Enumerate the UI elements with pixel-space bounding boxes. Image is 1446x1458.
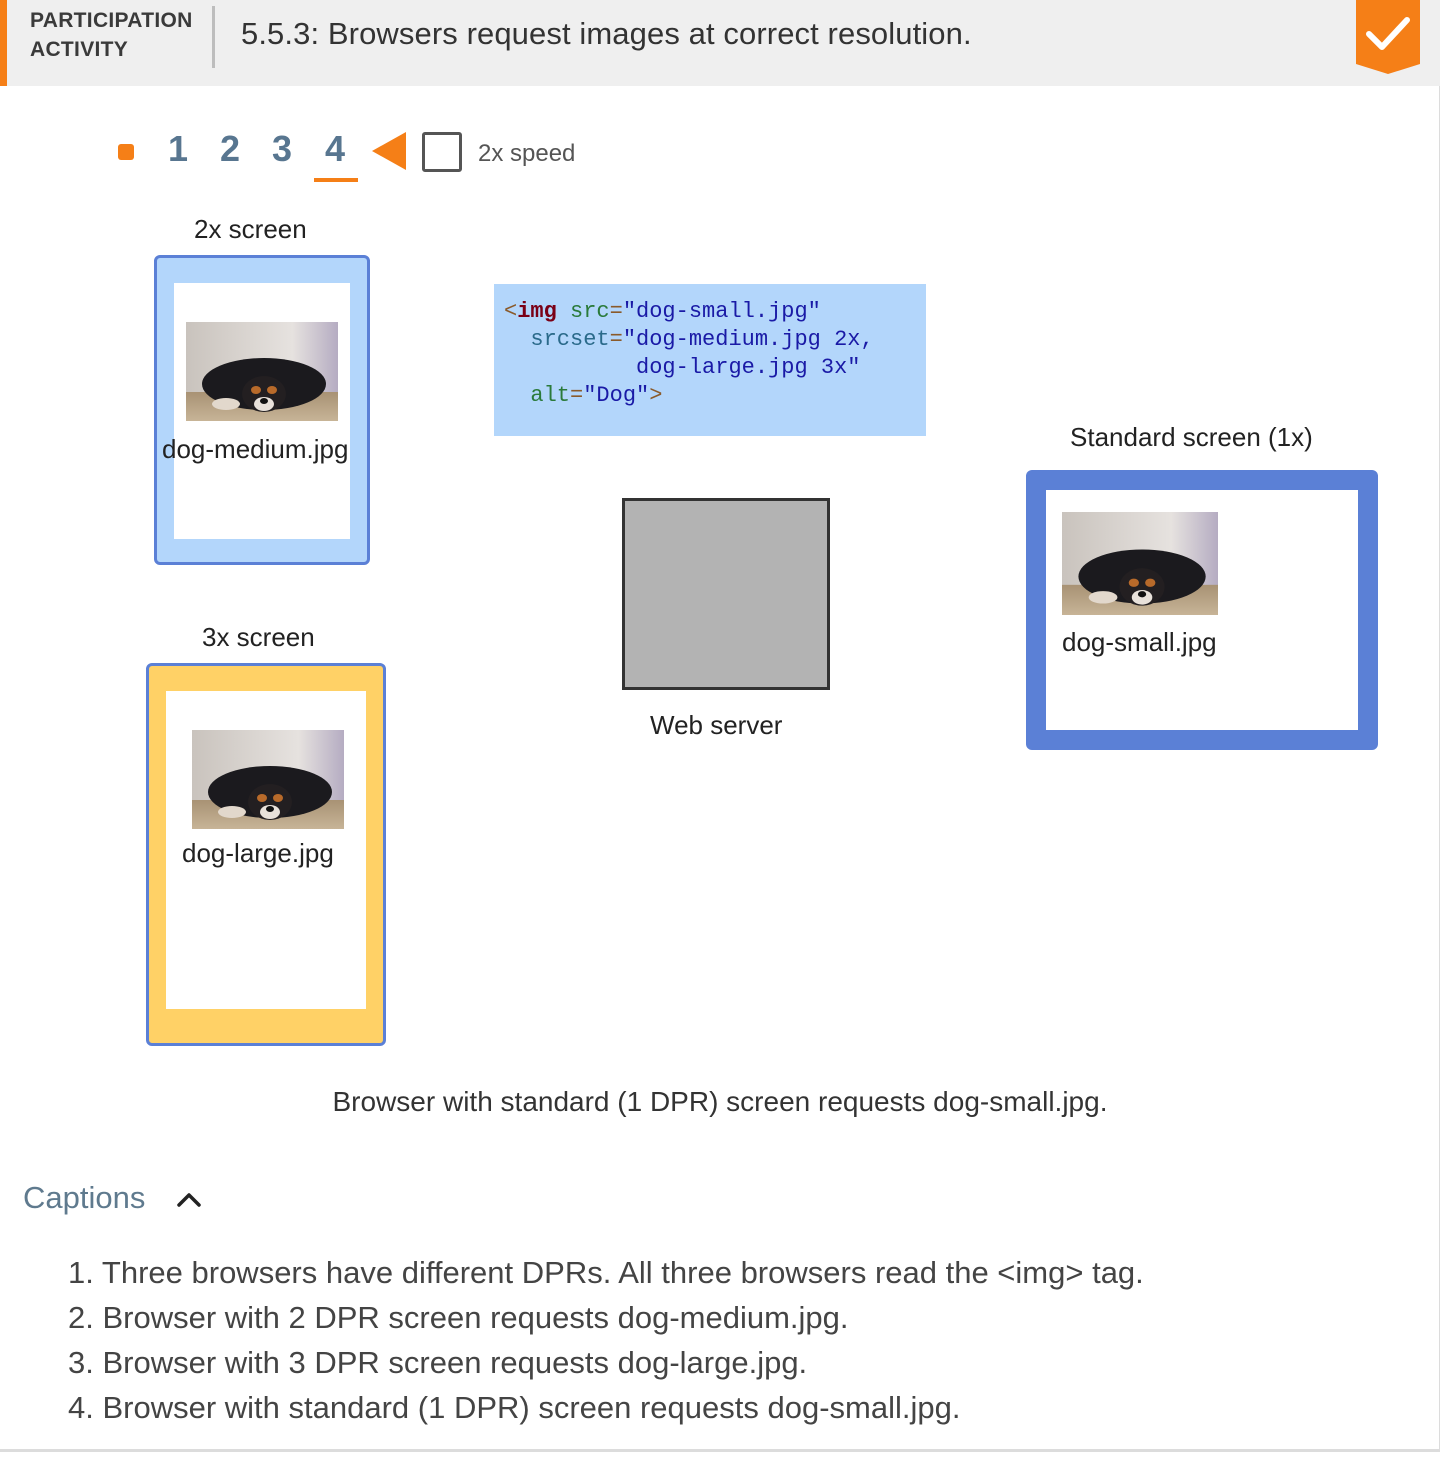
participation-label-line2: ACTIVITY <box>30 38 129 61</box>
caption-item: 3. Browser with 3 DPR screen requests do… <box>68 1345 808 1380</box>
activity-header: PARTICIPATION ACTIVITY 5.5.3: Browsers r… <box>0 0 1440 86</box>
step-1-button[interactable]: 1 <box>168 128 188 170</box>
img-tag-code: <img src="dog-small.jpg" srcset="dog-med… <box>504 299 874 408</box>
code-src-attr: src <box>570 299 610 324</box>
dog-photo-medium <box>186 322 338 421</box>
captions-toggle-label[interactable]: Captions <box>23 1180 145 1216</box>
code-src-value: "dog-small.jpg" <box>622 299 821 324</box>
dog-image-icon <box>186 322 338 421</box>
participation-activity: PARTICIPATION ACTIVITY 5.5.3: Browsers r… <box>0 0 1440 1452</box>
code-alt-attr: alt <box>530 383 571 408</box>
screen-1x-title: Standard screen (1x) <box>1070 422 1313 452</box>
code-srcset-value-2: dog-large.jpg 3x" <box>636 355 861 380</box>
activity-title: 5.5.3: Browsers request images at correc… <box>241 16 972 51</box>
img-tag-code-block: <img src="dog-small.jpg" srcset="dog-med… <box>494 284 926 436</box>
animation-controls: 1 2 3 4 2x speed <box>0 120 700 190</box>
step-4-button[interactable]: 4 <box>325 128 345 170</box>
caption-item: 2. Browser with 2 DPR screen requests do… <box>68 1300 849 1335</box>
screen-3x-title: 3x screen <box>202 622 315 652</box>
completion-check-icon <box>1356 0 1420 74</box>
current-step-caption: Browser with standard (1 DPR) screen req… <box>332 1086 1108 1117</box>
web-server-label: Web server <box>650 710 783 740</box>
speed-label: 2x speed <box>478 140 576 167</box>
dog-photo-large <box>192 730 344 829</box>
code-srcset-attr: srcset <box>530 327 610 352</box>
screen-3x-filename: dog-large.jpg <box>182 838 334 868</box>
code-srcset-value-1: "dog-medium.jpg 2x, <box>622 327 874 352</box>
captions-list: 1. Three browsers have different DPRs. A… <box>68 1250 1268 1430</box>
web-server-box <box>622 498 830 690</box>
caption-item: 4. Browser with standard (1 DPR) screen … <box>68 1390 961 1425</box>
participation-label-line1: PARTICIPATION <box>30 9 193 32</box>
code-tag-name: img <box>517 299 557 324</box>
screen-1x-filename: dog-small.jpg <box>1062 627 1217 657</box>
step-3-button[interactable]: 3 <box>272 128 292 170</box>
dog-image-icon <box>1062 512 1218 615</box>
caption-item: 1. Three browsers have different DPRs. A… <box>68 1255 1144 1290</box>
dog-photo-small <box>1062 512 1218 615</box>
screen-2x-filename: dog-medium.jpg <box>162 434 349 464</box>
play-back-icon[interactable] <box>372 132 406 170</box>
step-2-button[interactable]: 2 <box>220 128 240 170</box>
start-step-button[interactable] <box>118 144 134 160</box>
header-divider <box>212 6 215 68</box>
chevron-up-icon[interactable] <box>176 1190 202 1208</box>
dog-image-icon <box>192 730 344 829</box>
screen-2x-title: 2x screen <box>194 214 307 244</box>
speed-checkbox[interactable] <box>422 132 462 172</box>
current-step-indicator <box>314 178 358 182</box>
code-alt-value: "Dog" <box>583 383 650 408</box>
participation-activity-label: PARTICIPATION ACTIVITY <box>30 6 210 64</box>
